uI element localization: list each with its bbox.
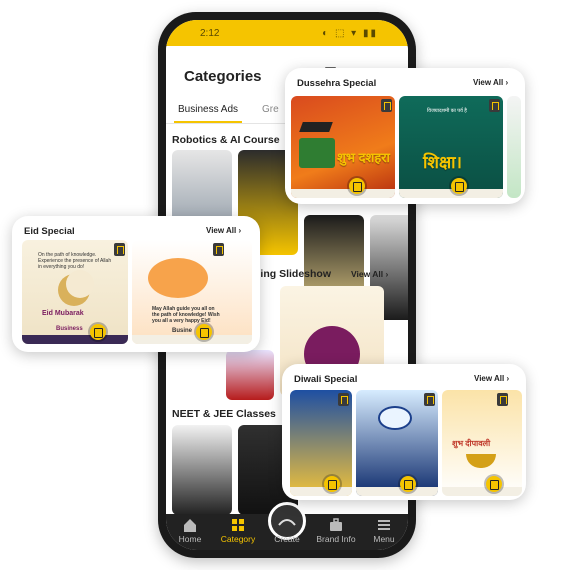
card-footer bbox=[356, 487, 438, 496]
nav-brand-info-label: Brand Info bbox=[316, 534, 356, 544]
card-business-label: Business bbox=[56, 326, 83, 332]
template-card[interactable] bbox=[172, 425, 232, 515]
copy-icon[interactable] bbox=[451, 178, 467, 194]
copy-icon[interactable] bbox=[196, 324, 212, 340]
template-card-diwali[interactable] bbox=[290, 390, 352, 496]
nav-brand-info[interactable]: Brand Info bbox=[312, 516, 360, 544]
dussehra-special-panel: Dussehra Special View All › शुभ दशहरा वि… bbox=[285, 68, 525, 204]
card-caption: On the path of knowledge. Experience the… bbox=[38, 252, 112, 270]
view-all-diwali[interactable]: View All › bbox=[474, 374, 509, 383]
template-card-dussehra[interactable]: विजयादशमी का पर्व है शिक्षा। bbox=[399, 96, 503, 198]
template-card-eid[interactable]: On the path of knowledge. Experience the… bbox=[22, 240, 128, 344]
card-caption: May Allah guide you all on the path of k… bbox=[152, 306, 220, 324]
bookmark-icon[interactable] bbox=[424, 393, 435, 406]
card-footer bbox=[291, 189, 395, 198]
view-all-dussehra[interactable]: View All › bbox=[473, 78, 508, 87]
card-headline: शुभ दशहरा bbox=[337, 150, 390, 165]
nav-category-label: Category bbox=[220, 534, 256, 544]
copy-icon[interactable] bbox=[324, 476, 340, 492]
book-graphic bbox=[378, 406, 412, 430]
status-bar: 2:12 ◐ ⬚ ▾ ▮▮ bbox=[166, 20, 408, 46]
bookmark-icon[interactable] bbox=[114, 243, 125, 256]
copy-icon[interactable] bbox=[90, 324, 106, 340]
chevron-right-icon: › bbox=[506, 374, 510, 383]
view-all-label: View All bbox=[206, 226, 237, 235]
nav-menu[interactable]: Menu bbox=[360, 516, 408, 544]
template-card-dussehra[interactable] bbox=[507, 96, 521, 198]
view-all-label: View All bbox=[351, 269, 384, 279]
template-card-diwali[interactable]: शुभ दीपावली bbox=[442, 390, 522, 496]
crescent-moon-cutout bbox=[66, 270, 94, 298]
card-footer bbox=[399, 189, 503, 198]
view-all-label: View All bbox=[473, 78, 504, 87]
template-card-dussehra[interactable]: शुभ दशहरा bbox=[291, 96, 395, 198]
card-footer bbox=[442, 487, 522, 496]
card-footer bbox=[132, 335, 252, 344]
bookmark-icon[interactable] bbox=[381, 99, 392, 112]
card-footer bbox=[290, 487, 352, 496]
view-all-eid[interactable]: View All › bbox=[206, 226, 241, 235]
nav-home-label: Home bbox=[178, 534, 202, 544]
diya-lamp-graphic bbox=[466, 454, 496, 468]
panel-title: Dussehra Special bbox=[297, 78, 377, 89]
template-card-eid[interactable]: May Allah guide you all on the path of k… bbox=[132, 240, 252, 344]
chevron-right-icon: › bbox=[385, 269, 389, 279]
template-card[interactable] bbox=[226, 350, 274, 400]
card-headline: Eid Mubarak bbox=[42, 310, 84, 317]
create-icon bbox=[278, 519, 296, 526]
chevron-right-icon: › bbox=[505, 78, 509, 87]
view-all-slideshow[interactable]: View All › bbox=[351, 269, 388, 279]
copy-icon[interactable] bbox=[349, 178, 365, 194]
chevron-right-icon: › bbox=[238, 226, 242, 235]
nav-category[interactable]: Category bbox=[214, 516, 262, 544]
panel-title: Diwali Special bbox=[294, 374, 358, 385]
card-footer bbox=[22, 335, 128, 344]
sunset-graphic bbox=[148, 258, 208, 298]
bookmark-icon[interactable] bbox=[338, 393, 349, 406]
card-headline: शिक्षा। bbox=[423, 153, 462, 172]
card-caption: विजयादशमी का पर्व है bbox=[427, 108, 467, 114]
section-title-neet: NEET & JEE Classes bbox=[172, 408, 276, 420]
menu-icon bbox=[378, 520, 390, 530]
section-title-robotics: Robotics & AI Course bbox=[172, 134, 280, 146]
nav-create[interactable]: Create bbox=[263, 534, 311, 544]
copy-icon[interactable] bbox=[400, 476, 416, 492]
bookmark-icon[interactable] bbox=[497, 393, 508, 406]
eid-special-panel: Eid Special View All › On the path of kn… bbox=[12, 216, 260, 352]
bottom-navigation: Home Category Create Brand Info Menu bbox=[166, 502, 408, 550]
active-tab-indicator bbox=[174, 121, 242, 123]
tab-greetings[interactable]: Gre bbox=[262, 104, 279, 115]
diwali-special-panel: Diwali Special View All › शुभ दीपावली bbox=[282, 364, 526, 500]
status-time: 2:12 bbox=[200, 28, 220, 39]
home-icon bbox=[184, 519, 196, 532]
nav-menu-label: Menu bbox=[373, 534, 395, 544]
status-icons: ◐ ⬚ ▾ ▮▮ bbox=[322, 28, 378, 39]
graduation-cap-graphic bbox=[299, 122, 333, 132]
section-title-slideshow: hing Slideshow bbox=[254, 268, 332, 280]
bookmark-icon[interactable] bbox=[489, 99, 500, 112]
panel-title: Eid Special bbox=[24, 226, 75, 237]
template-card-diwali[interactable] bbox=[356, 390, 438, 496]
category-icon bbox=[232, 519, 244, 531]
briefcase-icon bbox=[330, 518, 342, 531]
view-all-label: View All bbox=[474, 374, 505, 383]
bookmark-icon[interactable] bbox=[213, 243, 224, 256]
card-business-label: Busine bbox=[172, 328, 193, 334]
copy-icon[interactable] bbox=[486, 476, 502, 492]
page-title: Categories bbox=[184, 68, 262, 85]
card-headline: शुभ दीपावली bbox=[452, 439, 491, 448]
nav-home[interactable]: Home bbox=[166, 516, 214, 544]
nav-create-label: Create bbox=[274, 534, 300, 544]
books-graphic bbox=[299, 138, 335, 168]
tab-business-ads[interactable]: Business Ads bbox=[178, 104, 238, 115]
